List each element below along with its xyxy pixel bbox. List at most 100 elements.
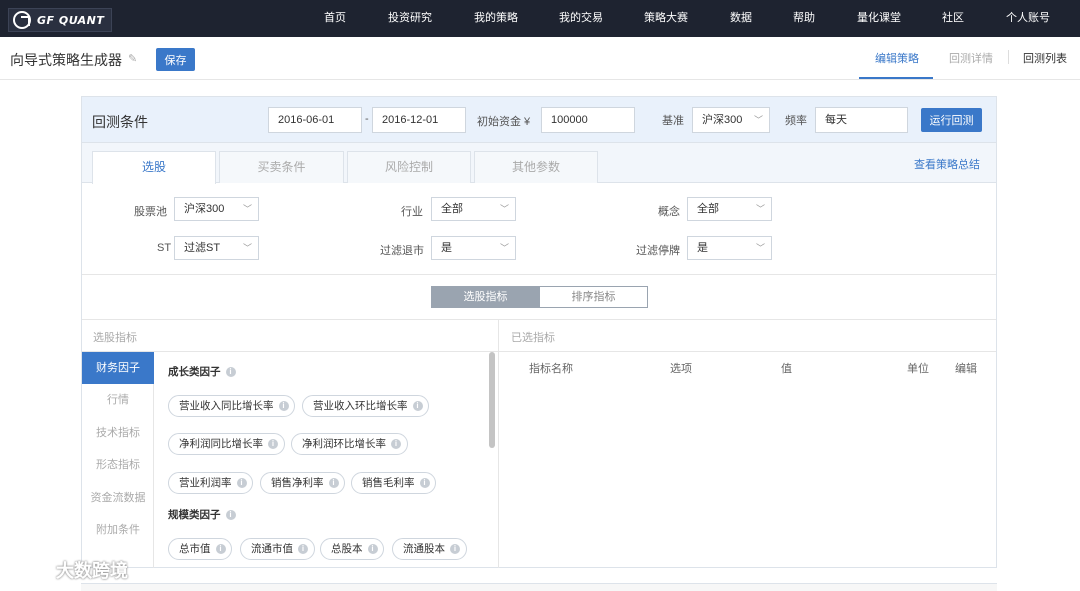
category-market[interactable]: 行情 [82, 384, 154, 416]
factor-chip[interactable]: 净利润环比增长率 i [291, 433, 408, 455]
chip-label: 净利润环比增长率 [302, 438, 386, 450]
strategy-tabs: 选股 买卖条件 风险控制 其他参数 查看策略总结 [82, 143, 996, 184]
category-technical[interactable]: 技术指标 [82, 417, 154, 449]
bottom-panel-edge [81, 583, 997, 591]
info-icon[interactable]: i [328, 478, 339, 489]
chip-label: 流通股本 [403, 543, 445, 555]
info-icon[interactable]: i [367, 544, 378, 555]
end-date-input[interactable]: 2016-12-01 [372, 107, 466, 133]
stock-pool-select[interactable]: 沪深300 ﹀ [174, 197, 259, 221]
factor-list: 成长类因子 i 营业收入同比增长率 i 营业收入环比增长率 i 净利润同比增长率 i 净… [154, 352, 499, 568]
nav-quant-class[interactable]: 量化课堂 [857, 0, 901, 37]
nav-account[interactable]: 个人账号 [1006, 0, 1050, 37]
selected-heading: 已选指标 [511, 332, 555, 344]
factor-chip[interactable]: 营业利润率 i [168, 472, 254, 494]
indicator-picker: 选股指标 财务因子 行情 技术指标 形态指标 资金流数据 附加条件 成长类因子 i… [82, 320, 499, 568]
frequency-input[interactable]: 每天 [815, 107, 908, 133]
tab-stock-selection[interactable]: 选股 [92, 151, 216, 184]
suspend-select[interactable]: 是 ﹀ [687, 236, 772, 260]
nav-my-trades[interactable]: 我的交易 [559, 0, 603, 37]
factor-chip[interactable]: 营业收入同比增长率 i [168, 395, 296, 417]
factor-chip[interactable]: 总股本 i [320, 538, 385, 560]
nav-help[interactable]: 帮助 [793, 0, 815, 37]
chevron-down-icon: ﹀ [755, 204, 765, 214]
group-title-text: 成长类因子 [168, 366, 221, 378]
benchmark-label: 基准 [662, 115, 684, 127]
tab-backtest-detail[interactable]: 回测详情 [949, 50, 993, 66]
group-title-text: 规模类因子 [168, 509, 221, 521]
suspend-value: 是 [697, 242, 708, 254]
nav-community[interactable]: 社区 [942, 0, 964, 37]
factor-chip[interactable]: 流通股本 i [392, 538, 467, 560]
factor-chip[interactable]: 营业收入环比增长率 i [302, 395, 430, 417]
delist-value: 是 [441, 242, 452, 254]
logo-icon [13, 11, 31, 29]
category-pattern[interactable]: 形态指标 [82, 449, 154, 481]
tab-other-params[interactable]: 其他参数 [474, 151, 598, 183]
pencil-icon[interactable]: ✎ [128, 53, 140, 65]
tab-backtest-list[interactable]: 回测列表 [1023, 50, 1067, 66]
page-title: 向导式策略生成器 [10, 52, 122, 68]
factor-chip[interactable]: 总市值 i [168, 538, 233, 560]
backtest-conditions-bar: 回测条件 2016-06-01 - 2016-12-01 初始资金 ¥ 1000… [82, 97, 996, 143]
info-icon[interactable]: i [268, 439, 278, 450]
st-value: 过滤ST [184, 242, 221, 254]
chip-label: 营业收入同比增长率 [179, 400, 274, 412]
category-financial[interactable]: 财务因子 [82, 352, 154, 384]
info-icon[interactable]: i [298, 544, 308, 555]
stock-pool-value: 沪深300 [184, 203, 225, 215]
chip-label: 净利润同比增长率 [179, 438, 263, 450]
info-icon[interactable]: i [278, 401, 289, 412]
divider [499, 351, 996, 352]
info-icon[interactable]: i [391, 439, 401, 450]
indicator-area: 选股指标 财务因子 行情 技术指标 形态指标 资金流数据 附加条件 成长类因子 i… [82, 319, 996, 568]
info-icon[interactable]: i [215, 544, 226, 555]
suspend-label: 过滤停牌 [636, 245, 680, 257]
info-icon[interactable]: i [419, 478, 430, 489]
strategy-summary-link[interactable]: 查看策略总结 [914, 156, 980, 172]
st-select[interactable]: 过滤ST ﹀ [174, 236, 259, 260]
info-icon[interactable]: i [225, 510, 236, 521]
nav-competition[interactable]: 策略大赛 [644, 0, 688, 37]
nav-research[interactable]: 投资研究 [388, 0, 432, 37]
chip-label: 营业利润率 [179, 477, 232, 489]
chip-label: 营业收入环比增长率 [313, 400, 408, 412]
nav-home[interactable]: 首页 [324, 0, 346, 37]
info-icon[interactable]: i [450, 544, 460, 555]
info-icon[interactable]: i [236, 478, 247, 489]
filter-grid: 股票池 沪深300 ﹀ 行业 全部 ﹀ 概念 全部 ﹀ ST 过滤ST ﹀ 过滤… [82, 183, 996, 275]
concept-select[interactable]: 全部 ﹀ [687, 197, 772, 221]
chip-label: 销售净利率 [271, 477, 324, 489]
info-icon[interactable]: i [412, 401, 423, 412]
tab-edit-strategy[interactable]: 编辑策略 [875, 50, 919, 66]
selected-indicators: 已选指标 指标名称 选项 值 单位 编辑 [499, 320, 996, 568]
run-backtest-button[interactable]: 运行回测 [921, 108, 982, 132]
tab-trade-conditions[interactable]: 买卖条件 [219, 151, 344, 183]
industry-select[interactable]: 全部 ﹀ [431, 197, 516, 221]
category-extra[interactable]: 附加条件 [82, 514, 154, 546]
save-button[interactable]: 保存 [156, 48, 195, 71]
chevron-down-icon: ﹀ [242, 243, 252, 253]
concept-value: 全部 [697, 203, 719, 215]
segment-selection-indicators[interactable]: 选股指标 [431, 286, 540, 308]
category-fund-flow[interactable]: 资金流数据 [82, 482, 154, 514]
nav-my-strategies[interactable]: 我的策略 [474, 0, 518, 37]
capital-label: 初始资金 ¥ [477, 116, 531, 128]
logo[interactable]: GF QUANT [8, 8, 112, 32]
factor-chip[interactable]: 销售毛利率 i [351, 472, 437, 494]
scrollbar[interactable] [489, 352, 495, 448]
factor-chip[interactable]: 销售净利率 i [260, 472, 346, 494]
info-icon[interactable]: i [225, 367, 236, 378]
column-value: 值 [781, 363, 792, 375]
capital-input[interactable]: 100000 [541, 107, 635, 133]
factor-chip[interactable]: 净利润同比增长率 i [168, 433, 285, 455]
segment-sort-indicators[interactable]: 排序指标 [539, 286, 648, 308]
tab-risk-control[interactable]: 风险控制 [347, 151, 471, 183]
factor-chip[interactable]: 流通市值 i [240, 538, 315, 560]
delist-select[interactable]: 是 ﹀ [431, 236, 516, 260]
start-date-input[interactable]: 2016-06-01 [268, 107, 362, 133]
title-bar: 向导式策略生成器 ✎ 保存 编辑策略 回测详情 回测列表 [0, 37, 1080, 80]
benchmark-select[interactable]: 沪深300 ﹀ [692, 107, 770, 133]
nav-data[interactable]: 数据 [730, 0, 752, 37]
chevron-down-icon: ﹀ [499, 204, 509, 214]
